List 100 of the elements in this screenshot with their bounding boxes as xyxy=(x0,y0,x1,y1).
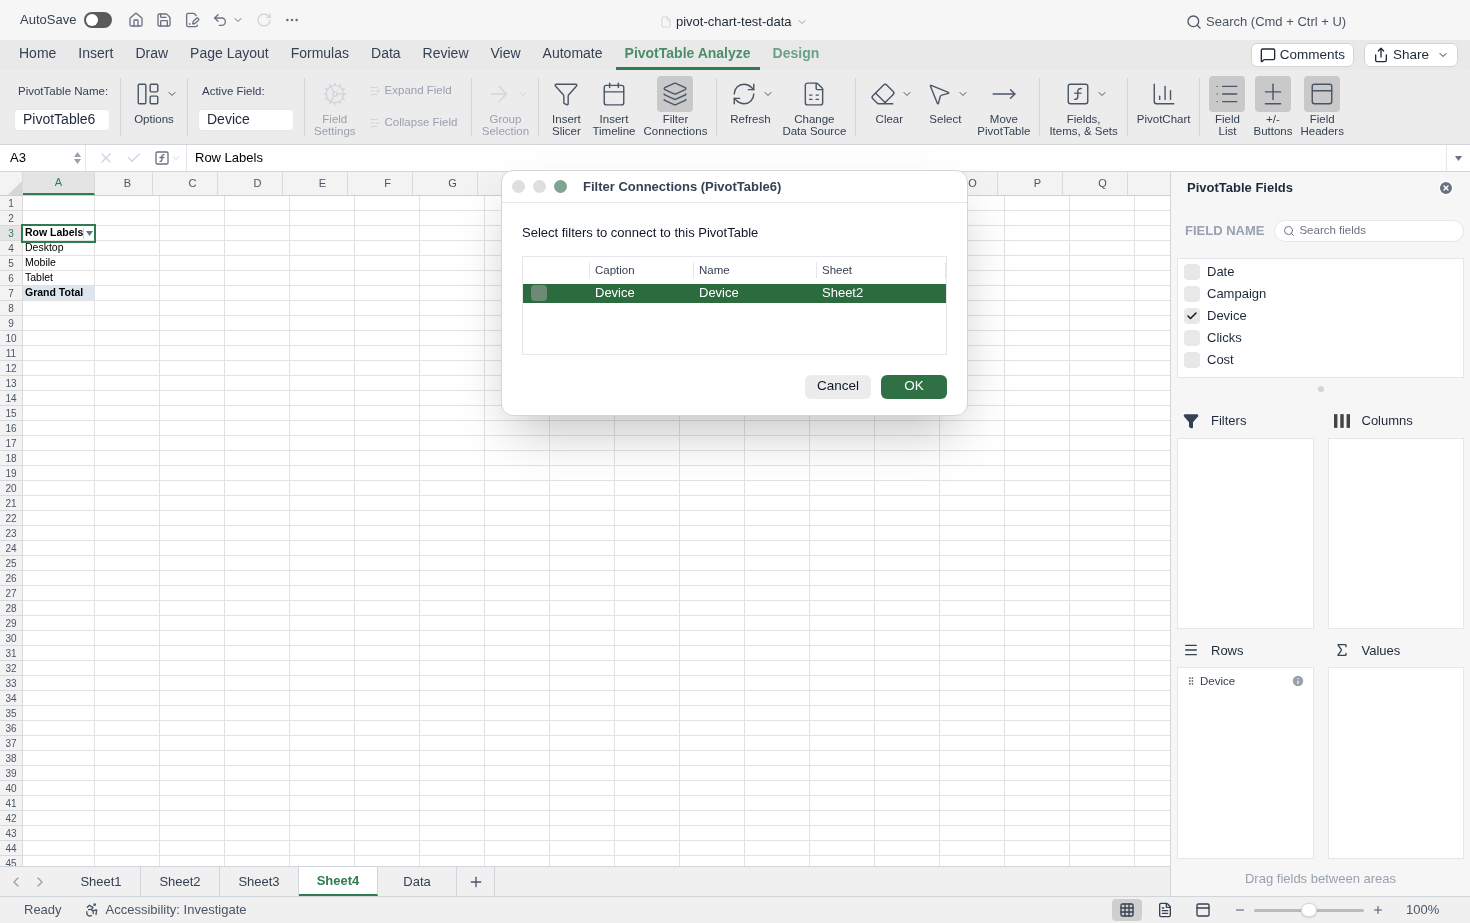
row-header[interactable]: 18 xyxy=(0,451,23,466)
field-label[interactable]: Device xyxy=(1207,306,1247,326)
row-header[interactable]: 9 xyxy=(0,316,23,331)
name-field[interactable]: Device xyxy=(198,108,294,131)
ribbon-button[interactable]: Move PivotTable xyxy=(974,75,1034,137)
share-button[interactable]: Share xyxy=(1363,43,1458,67)
row-header[interactable]: 32 xyxy=(0,661,23,676)
accessibility-status[interactable]: Accessibility: Investigate xyxy=(105,900,247,920)
table-row[interactable]: Device Device Sheet2 xyxy=(523,283,946,303)
checkbox[interactable] xyxy=(1184,308,1200,324)
row-header[interactable]: 36 xyxy=(0,721,23,736)
info-icon[interactable] xyxy=(1290,674,1305,689)
column-header[interactable]: D xyxy=(225,172,290,195)
row-header[interactable]: 5 xyxy=(0,256,23,271)
column-header[interactable]: A xyxy=(23,172,95,195)
row-header[interactable]: 33 xyxy=(0,676,23,691)
row-header[interactable]: 37 xyxy=(0,736,23,751)
row-header[interactable]: 21 xyxy=(0,496,23,511)
field-label[interactable]: Campaign xyxy=(1207,284,1267,304)
cancel-button[interactable]: Cancel xyxy=(805,374,871,399)
table-cell[interactable]: Row Labels xyxy=(23,226,94,241)
redo-icon[interactable] xyxy=(256,12,273,28)
row-header[interactable]: 7 xyxy=(0,286,23,301)
field-label[interactable]: Date xyxy=(1207,262,1235,282)
zoom-in-icon[interactable] xyxy=(1372,904,1384,916)
ribbon-button[interactable]: Field List xyxy=(1206,75,1249,137)
ribbon-button[interactable]: Refresh xyxy=(723,75,778,125)
row-header[interactable]: 27 xyxy=(0,586,23,601)
undo-icon[interactable] xyxy=(212,12,229,28)
row-header[interactable]: 2 xyxy=(0,211,23,226)
row-header[interactable]: 30 xyxy=(0,631,23,646)
row-header[interactable]: 43 xyxy=(0,826,23,841)
ribbon-tab[interactable]: Home xyxy=(10,40,66,70)
save-icon[interactable] xyxy=(156,12,173,28)
field-label[interactable]: Clicks xyxy=(1207,328,1242,348)
row-header[interactable]: 29 xyxy=(0,616,23,631)
row-header[interactable]: 14 xyxy=(0,391,23,406)
row-header[interactable]: 17 xyxy=(0,436,23,451)
ribbon-button[interactable]: Insert Timeline xyxy=(589,75,639,137)
ribbon-tab[interactable]: Formulas xyxy=(281,40,359,70)
row-header[interactable]: 44 xyxy=(0,841,23,856)
column-header[interactable]: E xyxy=(290,172,355,195)
row-header[interactable]: 12 xyxy=(0,361,23,376)
search-icon[interactable] xyxy=(1186,13,1202,30)
row-header[interactable]: 11 xyxy=(0,346,23,361)
search-field[interactable]: Search fields xyxy=(1274,220,1464,242)
row-header[interactable]: 10 xyxy=(0,331,23,346)
row-header[interactable]: 15 xyxy=(0,406,23,421)
spin-down-icon[interactable] xyxy=(74,159,81,164)
field-label[interactable]: Cost xyxy=(1207,350,1234,370)
ribbon-button[interactable]: Insert Slicer xyxy=(545,75,588,137)
close-window-button[interactable] xyxy=(512,180,525,193)
row-header[interactable]: 40 xyxy=(0,781,23,796)
table-cell[interactable]: Mobile xyxy=(23,256,94,271)
ok-button[interactable]: OK xyxy=(881,374,947,399)
ribbon-button[interactable]: Change Data Source xyxy=(779,75,850,137)
ribbon-button[interactable]: Fields, Items, & Sets xyxy=(1046,75,1121,137)
area-item[interactable]: Device xyxy=(1200,672,1236,690)
zoom-slider[interactable] xyxy=(1254,902,1364,918)
column-header[interactable]: F xyxy=(355,172,420,195)
ribbon-button[interactable]: Options xyxy=(127,75,181,125)
view-button[interactable] xyxy=(1112,899,1142,921)
row-header[interactable]: 26 xyxy=(0,571,23,586)
column-header[interactable]: B xyxy=(95,172,160,195)
autosave-toggle[interactable] xyxy=(84,12,113,28)
close-icon[interactable] xyxy=(1438,180,1454,196)
column-header[interactable]: G xyxy=(420,172,485,195)
column-header[interactable]: Q xyxy=(1070,172,1135,195)
row-header[interactable]: 19 xyxy=(0,466,23,481)
row-header[interactable]: 8 xyxy=(0,301,23,316)
row-header[interactable]: 20 xyxy=(0,481,23,496)
row-header[interactable]: 39 xyxy=(0,766,23,781)
name-field[interactable]: PivotTable6 xyxy=(14,108,110,131)
row-header[interactable]: 4 xyxy=(0,241,23,256)
name-box[interactable]: A3 xyxy=(10,148,26,168)
ribbon-tab[interactable]: Review xyxy=(413,40,478,70)
dropdown-icon[interactable] xyxy=(86,230,94,236)
row-header[interactable]: 42 xyxy=(0,811,23,826)
table-cell[interactable]: Grand Total xyxy=(23,286,94,301)
ribbon-button[interactable]: Filter Connections xyxy=(640,75,711,137)
row-header[interactable]: 41 xyxy=(0,796,23,811)
ribbon-tab[interactable]: Data xyxy=(362,40,410,70)
sheet-tab[interactable]: Sheet4 xyxy=(299,867,378,896)
document-title[interactable]: pivot-chart-test-data xyxy=(676,12,792,32)
function-icon[interactable] xyxy=(154,150,170,166)
zoom-window-button[interactable] xyxy=(554,180,567,193)
row-header[interactable]: 24 xyxy=(0,541,23,556)
ribbon-button[interactable]: PivotChart xyxy=(1133,75,1194,125)
expand-icon[interactable] xyxy=(1455,155,1462,161)
column-header[interactable]: P xyxy=(1005,172,1070,195)
resize-handle[interactable] xyxy=(1317,386,1324,392)
checkbox[interactable] xyxy=(531,285,547,301)
home-icon[interactable] xyxy=(128,12,145,28)
ribbon-button[interactable]: Field Headers xyxy=(1297,75,1347,137)
row-header[interactable]: 25 xyxy=(0,556,23,571)
row-header[interactable]: 6 xyxy=(0,271,23,286)
row-header[interactable]: 3 xyxy=(0,226,23,241)
ribbon-button[interactable]: Select xyxy=(918,75,973,125)
comments-button[interactable]: Comments xyxy=(1250,43,1354,67)
row-header[interactable]: 22 xyxy=(0,511,23,526)
